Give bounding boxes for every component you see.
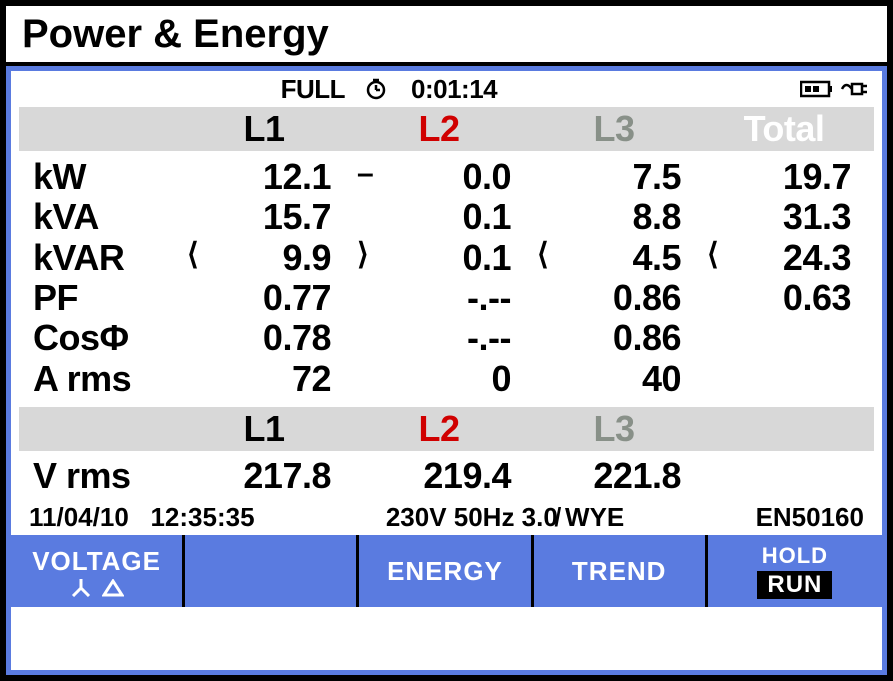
cos-l3: 0.86	[529, 318, 699, 358]
softkey-energy-label: ENERGY	[387, 556, 503, 587]
softkey-hold-label: HOLD	[762, 543, 828, 569]
kw-l1: 12.1	[179, 157, 349, 197]
timer-value: 0:01:14	[405, 74, 748, 105]
mode-label: FULL	[165, 74, 365, 105]
col-total: Total	[699, 108, 869, 150]
kva-l3: 8.8	[529, 197, 699, 237]
softkey-bar: VOLTAGE ENERGY TREND HO	[11, 535, 882, 607]
col-l3: L3	[529, 108, 699, 150]
kvar-l2: ⟩0.1	[349, 238, 529, 278]
row-kvar-label: kVAR	[19, 238, 179, 278]
clock-icon	[365, 78, 405, 100]
footer-status: 11/04/10 12:35:35 230V 50Hz 3.0̸ WYE EN5…	[11, 498, 882, 535]
arms-total	[699, 359, 869, 399]
kvar-l3: ⟨4.5	[529, 238, 699, 278]
vrms-row: V rms 217.8 219.4 221.8	[11, 453, 882, 498]
softkey-f2[interactable]	[185, 535, 359, 607]
col2-l2: L2	[349, 408, 529, 450]
power-table: kW 12.1 –0.0 7.5 19.7 kVA 15.7 0.1 8.8 3…	[11, 153, 882, 405]
row-kva-label: kVA	[19, 197, 179, 237]
pf-l2: -.--	[349, 278, 529, 318]
kw-l3: 7.5	[529, 157, 699, 197]
battery-icon	[800, 80, 834, 98]
vrms-l3: 221.8	[529, 455, 699, 496]
kva-l1: 15.7	[179, 197, 349, 237]
wye-icon	[70, 579, 92, 597]
screen-title: Power & Energy	[22, 12, 329, 57]
softkey-trend[interactable]: TREND	[534, 535, 708, 607]
row-arms-label: A rms	[19, 359, 179, 399]
softkey-voltage-label: VOLTAGE	[32, 546, 161, 577]
softkey-hold-run[interactable]: HOLD RUN	[708, 535, 882, 607]
kva-l2: 0.1	[349, 197, 529, 237]
delta-icon	[102, 579, 124, 597]
pf-l1: 0.77	[179, 278, 349, 318]
arms-l2: 0	[349, 359, 529, 399]
plug-icon	[840, 79, 868, 99]
kvar-total: ⟨24.3	[699, 238, 869, 278]
column-header-1: L1 L2 L3 Total	[19, 107, 874, 151]
kw-total: 19.7	[699, 157, 869, 197]
col2-l1: L1	[179, 408, 349, 450]
col-l2: L2	[349, 108, 529, 150]
footer-time: 12:35:35	[150, 502, 254, 532]
column-header-2: L1 L2 L3	[19, 407, 874, 451]
status-row: FULL 0:01:14	[11, 71, 882, 105]
footer-date: 11/04/10	[29, 502, 129, 532]
row-kw-label: kW	[19, 157, 179, 197]
softkey-trend-label: TREND	[572, 556, 667, 587]
col-l1: L1	[179, 108, 349, 150]
softkey-energy[interactable]: ENERGY	[359, 535, 533, 607]
pf-total: 0.63	[699, 278, 869, 318]
title-bar: Power & Energy	[6, 6, 887, 66]
kw-l2: –0.0	[349, 157, 529, 197]
footer-standard: EN50160	[756, 502, 864, 533]
cos-total	[699, 318, 869, 358]
softkey-voltage[interactable]: VOLTAGE	[11, 535, 185, 607]
softkey-run-label: RUN	[757, 571, 832, 599]
row-cos-label: CosΦ	[19, 318, 179, 358]
cos-l1: 0.78	[179, 318, 349, 358]
arms-l1: 72	[179, 359, 349, 399]
arms-l3: 40	[529, 359, 699, 399]
row-pf-label: PF	[19, 278, 179, 318]
footer-config: 230V 50Hz 3.0̸ WYE	[386, 502, 624, 533]
row-vrms-label: V rms	[19, 455, 179, 496]
inner-frame: FULL 0:01:14 L1 L2 L3 Total	[6, 66, 887, 675]
vrms-l2: 219.4	[349, 455, 529, 496]
cos-l2: -.--	[349, 318, 529, 358]
kvar-l1: ⟨9.9	[179, 238, 349, 278]
kva-total: 31.3	[699, 197, 869, 237]
vrms-l1: 217.8	[179, 455, 349, 496]
pf-l3: 0.86	[529, 278, 699, 318]
col2-l3: L3	[529, 408, 699, 450]
device-frame: Power & Energy FULL 0:01:14 L1 L2	[0, 0, 893, 681]
